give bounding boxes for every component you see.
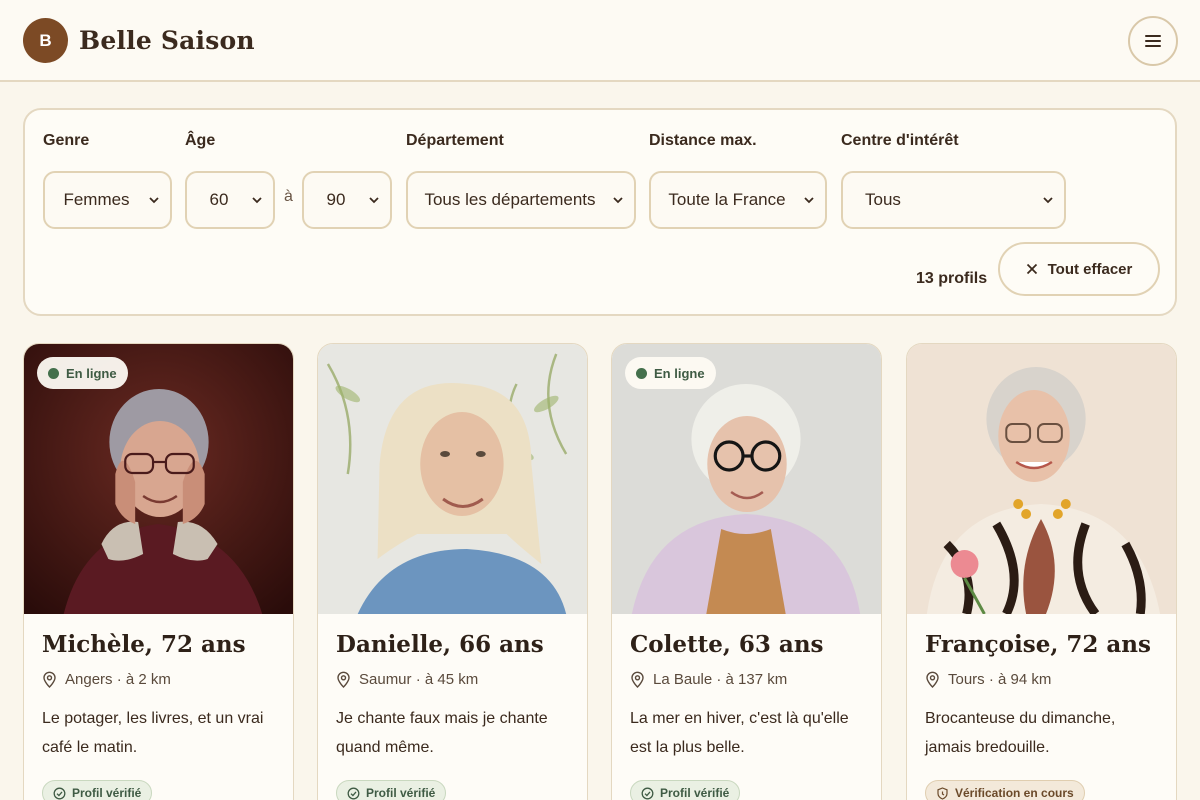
- profile-location-text: Tours · à 94 km: [948, 671, 1052, 688]
- hamburger-menu-icon: [1145, 35, 1161, 47]
- profile-card[interactable]: En ligne Michèle, 72 ans Angers · à 2 km…: [23, 343, 294, 800]
- profile-card[interactable]: Danielle, 66 ans Saumur · à 45 km Je cha…: [317, 343, 588, 800]
- distance-value: Toute la France: [668, 190, 786, 209]
- online-status-badge: En ligne: [625, 357, 716, 389]
- menu-button[interactable]: [1128, 16, 1178, 66]
- interet-select[interactable]: Tous: [841, 171, 1066, 229]
- chevron-down-icon: [613, 197, 623, 204]
- verification-label: Profil vérifié: [72, 786, 142, 800]
- departement-label: Département: [406, 132, 504, 149]
- profile-bio: La mer en hiver, c'est là qu'elle est la…: [630, 710, 849, 756]
- chevron-down-icon: [149, 197, 159, 204]
- distance-label: Distance max.: [649, 132, 757, 149]
- age-min-value: 60: [209, 190, 229, 209]
- location-pin-icon: [337, 671, 350, 688]
- profile-name[interactable]: Michèle, 72 ans: [42, 631, 246, 658]
- chevron-down-icon: [804, 197, 814, 204]
- location-pin-icon: [926, 671, 939, 688]
- age-label: Âge: [185, 132, 216, 149]
- location-pin-icon: [631, 671, 644, 688]
- verification-badge: Profil vérifié: [336, 780, 447, 800]
- genre-select[interactable]: Femmes: [43, 171, 172, 229]
- genre-value: Femmes: [63, 190, 130, 209]
- online-status-label: En ligne: [654, 365, 705, 381]
- filter-panel: Genre Femmes Âge 60 à 90 Département Tou…: [23, 108, 1177, 316]
- profile-bio: Je chante faux mais je chante quand même…: [336, 710, 548, 756]
- profile-bio: Le potager, les livres, et un vrai café …: [42, 710, 264, 756]
- online-dot-icon: [48, 367, 59, 379]
- check-circle-icon: [53, 787, 66, 799]
- age-max-value: 90: [326, 190, 346, 209]
- profile-photo[interactable]: En ligne: [24, 344, 293, 614]
- profile-location: Tours · à 94 km: [925, 671, 1051, 688]
- age-range-separator: à: [284, 188, 293, 205]
- departement-value: Tous les départements: [424, 190, 596, 209]
- check-circle-icon: [641, 787, 654, 799]
- chevron-down-icon: [1043, 197, 1053, 204]
- profile-bio: Brocanteuse du dimanche, jamais bredouil…: [925, 710, 1116, 756]
- verification-label: Vérification en cours: [955, 786, 1074, 800]
- profile-photo[interactable]: [907, 344, 1176, 614]
- profile-name[interactable]: Françoise, 72 ans: [925, 631, 1151, 658]
- verification-label: Profil vérifié: [660, 786, 730, 800]
- logo-letter: B: [39, 30, 52, 50]
- interet-label: Centre d'intérêt: [841, 132, 959, 149]
- profile-name[interactable]: Danielle, 66 ans: [336, 631, 544, 658]
- distance-select[interactable]: Toute la France: [649, 171, 827, 229]
- interet-value: Tous: [865, 190, 901, 209]
- profile-location: Saumur · à 45 km: [336, 671, 478, 688]
- profile-photo[interactable]: En ligne: [612, 344, 881, 614]
- check-circle-icon: [347, 787, 360, 799]
- location-pin-icon: [43, 671, 56, 688]
- verification-label: Profil vérifié: [366, 786, 436, 800]
- profile-name[interactable]: Colette, 63 ans: [630, 631, 824, 658]
- profile-location-text: Saumur · à 45 km: [359, 671, 479, 688]
- age-max-select[interactable]: 90: [302, 171, 392, 229]
- verification-badge: Vérification en cours: [925, 780, 1085, 800]
- genre-label: Genre: [43, 132, 90, 149]
- online-dot-icon: [636, 367, 647, 379]
- profile-count: 13 profils: [916, 270, 988, 287]
- clear-filters-button[interactable]: Tout effacer: [998, 242, 1160, 296]
- profile-photo[interactable]: [318, 344, 587, 614]
- logo-badge[interactable]: B: [23, 18, 68, 63]
- profile-location-text: Angers · à 2 km: [65, 671, 171, 688]
- verification-badge: Profil vérifié: [630, 780, 741, 800]
- chevron-down-icon: [369, 197, 379, 204]
- close-icon: [1026, 263, 1037, 275]
- online-status-label: En ligne: [66, 365, 117, 381]
- brand-name[interactable]: Belle Saison: [79, 26, 255, 55]
- age-min-select[interactable]: 60: [185, 171, 275, 229]
- verification-badge: Profil vérifié: [42, 780, 153, 800]
- profile-location: Angers · à 2 km: [42, 671, 171, 688]
- departement-select[interactable]: Tous les départements: [406, 171, 636, 229]
- profile-location-text: La Baule · à 137 km: [653, 671, 788, 688]
- clear-filters-label: Tout effacer: [1047, 260, 1133, 278]
- chevron-down-icon: [252, 197, 262, 204]
- app-header: B Belle Saison: [0, 0, 1200, 82]
- profile-card[interactable]: En ligne Colette, 63 ans La Baule · à 13…: [611, 343, 882, 800]
- profile-location: La Baule · à 137 km: [630, 671, 787, 688]
- shield-clock-icon: [937, 786, 948, 800]
- profile-card[interactable]: Françoise, 72 ans Tours · à 94 km Brocan…: [906, 343, 1177, 800]
- online-status-badge: En ligne: [37, 357, 128, 389]
